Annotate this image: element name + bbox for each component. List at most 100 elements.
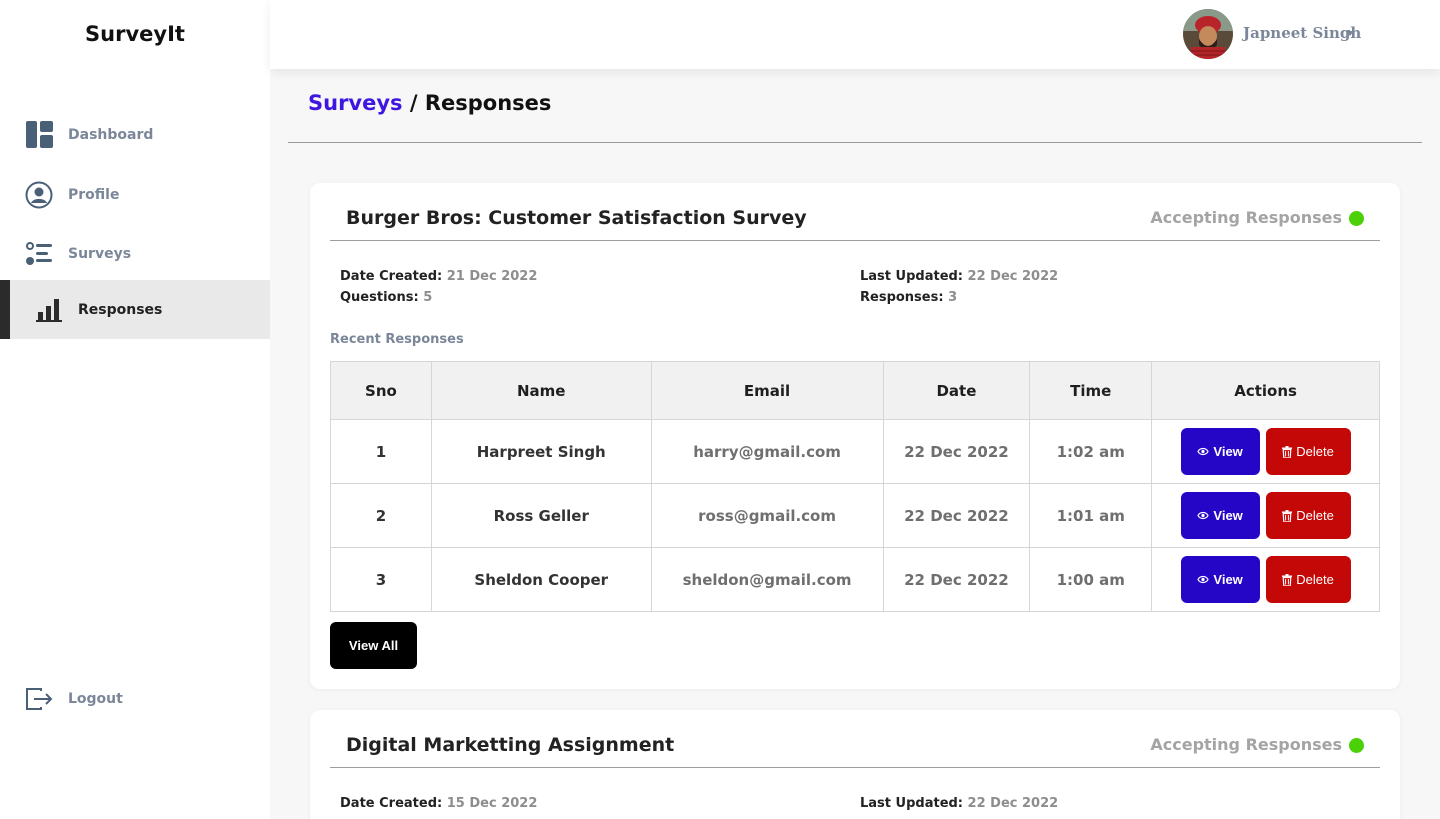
sidebar-item-profile[interactable]: Profile xyxy=(0,165,270,224)
delete-button[interactable]: Delete xyxy=(1265,492,1351,539)
cell-name: Sheldon Cooper xyxy=(430,547,652,612)
page-title: Responses xyxy=(424,91,552,115)
column-header-date: Date xyxy=(882,361,1031,420)
user-menu[interactable]: Japneet Singh xyxy=(1243,24,1361,42)
cell-time: 1:02 am xyxy=(1029,419,1153,484)
sidebar-item-surveys[interactable]: Surveys xyxy=(0,224,270,283)
trash-icon xyxy=(1282,445,1293,458)
eye-icon xyxy=(1197,447,1210,456)
bar-chart-icon xyxy=(35,296,63,324)
brand-logo[interactable]: SurveyIt xyxy=(0,22,270,46)
avatar[interactable] xyxy=(1183,9,1233,59)
survey-title: Digital Marketting Assignment xyxy=(346,734,675,756)
survey-card: Digital Marketting Assignment Accepting … xyxy=(310,710,1400,819)
last-updated-label: Last Updated: xyxy=(860,796,964,811)
view-label: View xyxy=(1213,444,1243,459)
eye-icon xyxy=(1197,575,1210,584)
dashboard-icon xyxy=(25,121,53,149)
logout-label: Logout xyxy=(68,690,123,707)
last-updated: Last Updated: 22 Dec 2022 xyxy=(860,269,1058,284)
delete-button[interactable]: Delete xyxy=(1265,556,1351,603)
cell-email: harry@gmail.com xyxy=(650,419,884,484)
status-text: Accepting Responses xyxy=(1150,735,1342,754)
breadcrumb: Surveys / Responses xyxy=(308,91,551,115)
questions-value: 5 xyxy=(423,290,433,305)
eye-icon xyxy=(1197,511,1210,520)
cell-email: sheldon@gmail.com xyxy=(650,547,884,612)
date-created-label: Date Created: xyxy=(340,269,443,284)
cell-sno: 2 xyxy=(330,483,432,548)
questions-label: Questions: xyxy=(340,290,419,305)
responses-value: 3 xyxy=(948,290,958,305)
sidebar-item-dashboard[interactable]: Dashboard xyxy=(0,105,270,164)
cell-date: 22 Dec 2022 xyxy=(882,483,1031,548)
last-updated-value: 22 Dec 2022 xyxy=(967,269,1059,284)
user-circle-icon xyxy=(25,181,53,209)
delete-label: Delete xyxy=(1296,572,1334,587)
trash-icon xyxy=(1282,509,1293,522)
sidebar-item-label: Responses xyxy=(78,301,163,318)
cell-actions: View Delete xyxy=(1151,419,1380,484)
trash-icon xyxy=(1282,573,1293,586)
column-header-actions: Actions xyxy=(1151,361,1380,420)
column-header-sno: Sno xyxy=(330,361,432,420)
column-header-time: Time xyxy=(1029,361,1153,420)
responses-count: Responses: 3 xyxy=(860,290,957,305)
table-row: 3 Sheldon Cooper sheldon@gmail.com 22 De… xyxy=(330,547,1380,612)
cell-date: 22 Dec 2022 xyxy=(882,419,1031,484)
questions-count: Questions: 5 xyxy=(340,290,432,305)
survey-card: Burger Bros: Customer Satisfaction Surve… xyxy=(310,183,1400,689)
view-label: View xyxy=(1213,508,1243,523)
sidebar-item-label: Surveys xyxy=(68,245,132,262)
delete-label: Delete xyxy=(1296,508,1334,523)
cell-name: Ross Geller xyxy=(430,483,652,548)
last-updated-value: 22 Dec 2022 xyxy=(967,796,1059,811)
recent-responses-heading: Recent Responses xyxy=(330,332,464,347)
view-button[interactable]: View xyxy=(1180,492,1260,539)
view-all-button[interactable]: View All xyxy=(330,622,417,669)
date-created: Date Created: 21 Dec 2022 xyxy=(340,269,537,284)
sidebar-item-label: Dashboard xyxy=(68,126,154,143)
column-header-email: Email xyxy=(650,361,884,420)
list-icon xyxy=(25,240,53,268)
status-dot-icon xyxy=(1349,738,1364,753)
cell-time: 1:01 am xyxy=(1029,483,1153,548)
date-created: Date Created: 15 Dec 2022 xyxy=(340,796,537,811)
logout-button[interactable]: Logout xyxy=(0,669,270,728)
status-text: Accepting Responses xyxy=(1150,208,1342,227)
table-header-row: Sno Name Email Date Time Actions xyxy=(330,361,1380,420)
responses-label: Responses: xyxy=(860,290,944,305)
last-updated: Last Updated: 22 Dec 2022 xyxy=(860,796,1058,811)
last-updated-label: Last Updated: xyxy=(860,269,964,284)
breadcrumb-separator: / xyxy=(409,91,418,115)
cell-time: 1:00 am xyxy=(1029,547,1153,612)
date-created-value: 15 Dec 2022 xyxy=(446,796,538,811)
cell-sno: 3 xyxy=(330,547,432,612)
sidebar: SurveyIt Dashboard Profile Surveys Respo… xyxy=(0,0,270,819)
sidebar-item-responses[interactable]: Responses xyxy=(0,280,270,339)
cell-date: 22 Dec 2022 xyxy=(882,547,1031,612)
responses-table: Sno Name Email Date Time Actions 1 Harpr… xyxy=(330,361,1380,612)
cell-actions: View Delete xyxy=(1151,483,1380,548)
table-row: 2 Ross Geller ross@gmail.com 22 Dec 2022… xyxy=(330,483,1380,548)
table-row: 1 Harpreet Singh harry@gmail.com 22 Dec … xyxy=(330,419,1380,484)
divider xyxy=(330,240,1380,241)
view-button[interactable]: View xyxy=(1180,556,1260,603)
view-label: View xyxy=(1213,572,1243,587)
cell-sno: 1 xyxy=(330,419,432,484)
divider xyxy=(288,142,1422,143)
status-dot-icon xyxy=(1349,211,1364,226)
date-created-value: 21 Dec 2022 xyxy=(446,269,538,284)
cell-name: Harpreet Singh xyxy=(430,419,652,484)
cell-email: ross@gmail.com xyxy=(650,483,884,548)
column-header-name: Name xyxy=(430,361,652,420)
delete-button[interactable]: Delete xyxy=(1265,428,1351,475)
sidebar-item-label: Profile xyxy=(68,186,120,203)
delete-label: Delete xyxy=(1296,444,1334,459)
view-button[interactable]: View xyxy=(1180,428,1260,475)
cell-actions: View Delete xyxy=(1151,547,1380,612)
topbar: Japneet Singh xyxy=(270,0,1440,69)
date-created-label: Date Created: xyxy=(340,796,443,811)
breadcrumb-surveys-link[interactable]: Surveys xyxy=(308,91,403,115)
chevron-down-icon[interactable] xyxy=(1346,31,1354,36)
